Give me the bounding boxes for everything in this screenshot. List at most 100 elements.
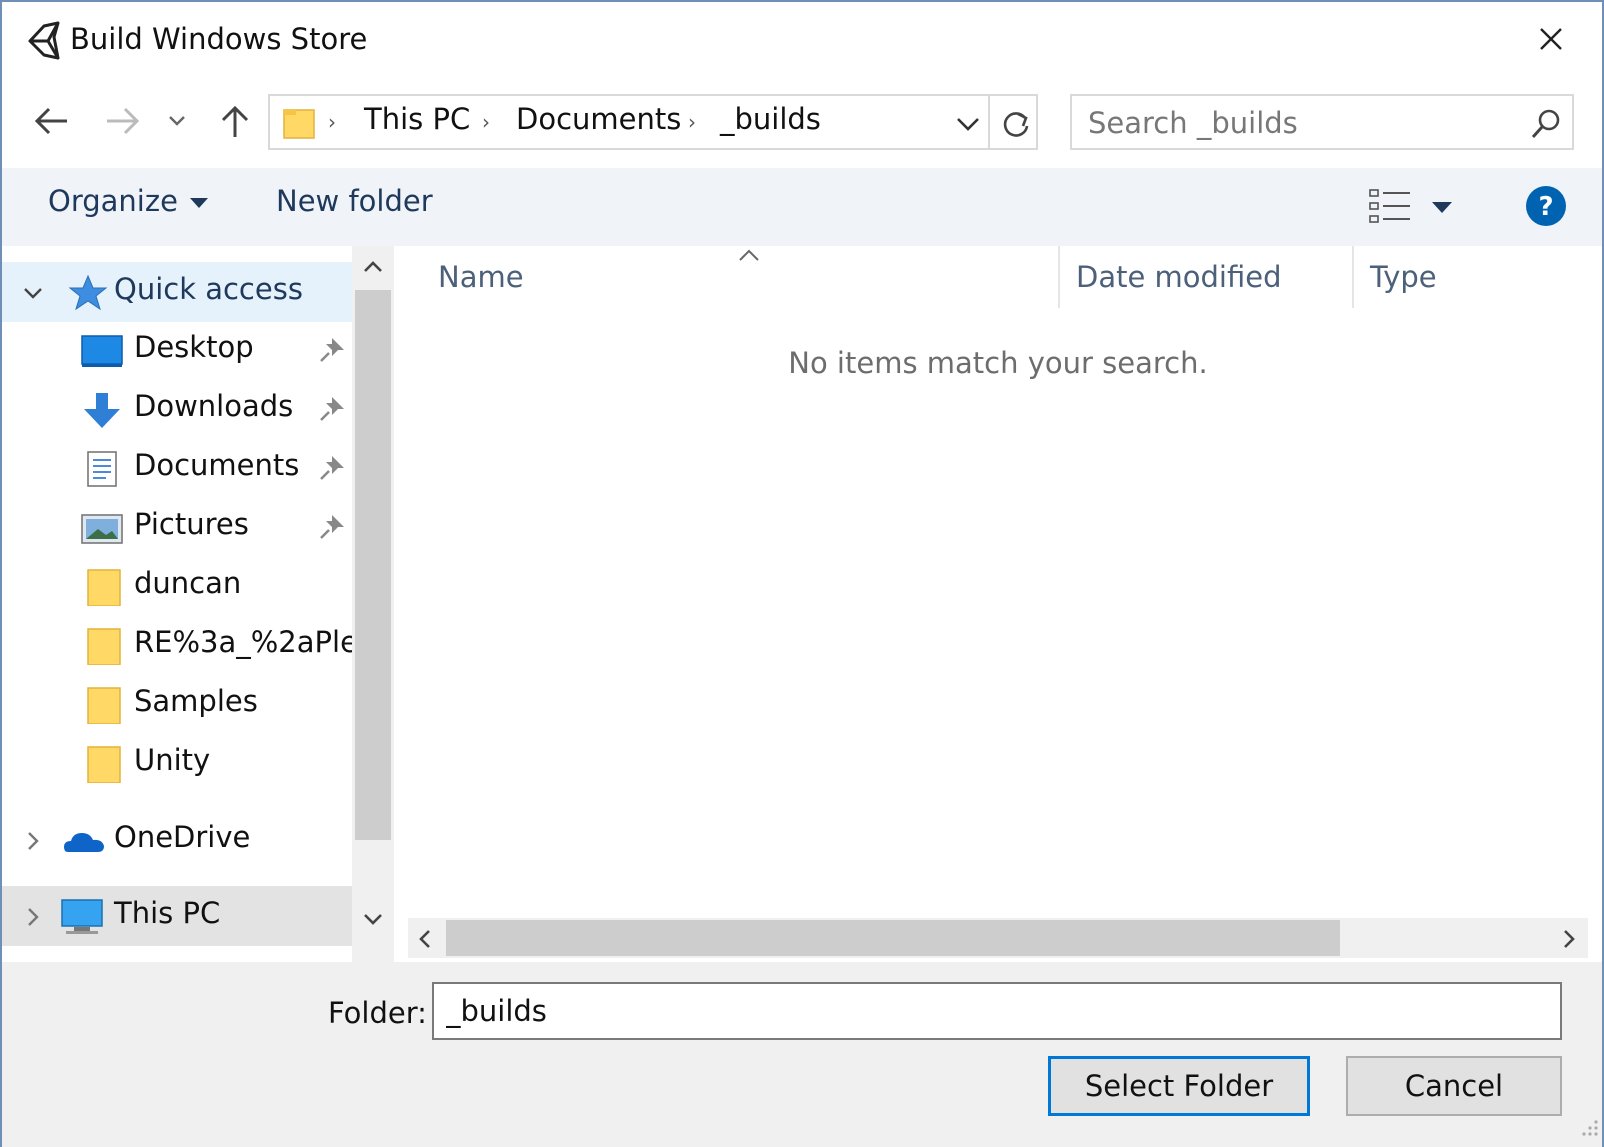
scroll-thumb[interactable]: [355, 290, 391, 840]
search-input[interactable]: [1088, 104, 1508, 142]
pin-icon[interactable]: [318, 395, 346, 423]
scroll-thumb[interactable]: [446, 920, 1340, 956]
address-bar[interactable]: › This PC › Documents › _builds: [268, 94, 1038, 150]
search-icon[interactable]: [1528, 106, 1564, 142]
nav-label: Samples: [134, 684, 258, 718]
nav-label: RE%3a_%2aPlea:: [134, 625, 386, 659]
nav-label: Desktop: [134, 330, 254, 364]
nav-label-this-pc: This PC: [114, 896, 221, 930]
column-header-type[interactable]: Type: [1370, 260, 1437, 294]
pin-icon[interactable]: [318, 513, 346, 541]
window-title: Build Windows Store: [70, 22, 368, 56]
breadcrumb-separator[interactable]: ›: [688, 110, 696, 134]
dialog-footer: Folder: Select Folder Cancel: [2, 962, 1602, 1147]
folder-icon: [87, 628, 121, 665]
up-button[interactable]: [210, 96, 260, 146]
title-bar: Build Windows Store: [2, 2, 1602, 82]
search-box[interactable]: [1070, 94, 1574, 150]
forward-button[interactable]: [98, 96, 148, 146]
breadcrumb-separator[interactable]: ›: [482, 110, 490, 134]
unity-logo-icon: [28, 21, 60, 60]
organize-button[interactable]: Organize: [48, 184, 208, 218]
navigation-row: › This PC › Documents › _builds: [2, 82, 1602, 168]
nav-item-downloads[interactable]: Downloads: [2, 379, 352, 439]
folder-icon: [87, 746, 121, 783]
breadcrumb-builds[interactable]: _builds: [720, 102, 821, 136]
close-icon[interactable]: [1528, 16, 1574, 62]
scroll-right-icon[interactable]: [1554, 924, 1584, 954]
sort-ascending-icon: [739, 249, 759, 261]
nav-label-quick-access: Quick access: [114, 272, 303, 306]
column-divider[interactable]: [1352, 246, 1354, 308]
help-icon[interactable]: ?: [1524, 184, 1568, 228]
chevron-right-icon[interactable]: [20, 904, 46, 930]
breadcrumb-separator: ›: [328, 110, 336, 134]
folder-name-field[interactable]: [432, 982, 1562, 1040]
build-windows-store-dialog: Build Windows Store › This PC › Document…: [0, 0, 1604, 1147]
view-options-caret-icon[interactable]: [1432, 202, 1452, 213]
nav-label: Pictures: [134, 507, 249, 541]
desktop-icon: [81, 335, 123, 367]
details-view-icon[interactable]: [1368, 186, 1412, 226]
nav-pane-scrollbar[interactable]: [352, 246, 394, 962]
address-dropdown-icon[interactable]: [950, 108, 986, 140]
computer-icon: [61, 899, 103, 934]
refresh-icon[interactable]: [996, 104, 1036, 144]
nav-item-documents[interactable]: Documents: [2, 438, 352, 498]
breadcrumb-documents[interactable]: Documents: [516, 102, 681, 136]
new-folder-button[interactable]: New folder: [276, 184, 433, 218]
nav-label: Downloads: [134, 389, 294, 423]
folder-icon: [87, 569, 121, 606]
empty-message: No items match your search.: [788, 346, 1208, 380]
folder-icon: [283, 109, 315, 139]
organize-label: Organize: [48, 184, 178, 218]
scroll-down-icon[interactable]: [358, 904, 388, 934]
scroll-left-icon[interactable]: [410, 924, 440, 954]
arrow-up-icon: [221, 105, 249, 137]
nav-item-duncan[interactable]: duncan: [2, 556, 352, 616]
nav-item-onedrive[interactable]: OneDrive: [2, 810, 352, 870]
recent-locations-button[interactable]: [160, 96, 194, 146]
nav-item-samples[interactable]: Samples: [2, 674, 352, 734]
nav-item-re-folder[interactable]: RE%3a_%2aPlea:: [2, 615, 385, 675]
column-header-date-modified[interactable]: Date modified: [1076, 260, 1282, 294]
select-folder-button[interactable]: Select Folder: [1048, 1056, 1310, 1116]
nav-item-unity[interactable]: Unity: [2, 733, 352, 793]
nav-label: Unity: [134, 743, 211, 777]
arrow-right-icon: [107, 107, 140, 135]
cancel-button[interactable]: Cancel: [1346, 1056, 1562, 1116]
file-list-horizontal-scrollbar[interactable]: [408, 918, 1588, 958]
column-header-name[interactable]: Name: [438, 260, 524, 294]
nav-item-this-pc[interactable]: This PC: [2, 886, 352, 946]
nav-item-pictures[interactable]: Pictures: [2, 497, 352, 557]
nav-label: Documents: [134, 448, 300, 482]
pictures-icon: [81, 514, 123, 544]
folder-icon: [87, 687, 121, 724]
documents-icon: [87, 451, 117, 487]
nav-item-quick-access[interactable]: Quick access: [2, 262, 352, 322]
address-divider: [988, 96, 990, 148]
nav-label: duncan: [134, 566, 242, 600]
breadcrumb-this-pc[interactable]: This PC: [364, 102, 470, 136]
svg-text:?: ?: [1538, 192, 1553, 222]
nav-item-desktop[interactable]: Desktop: [2, 320, 352, 380]
resize-grip-icon[interactable]: [1576, 1118, 1600, 1142]
back-button[interactable]: [26, 96, 76, 146]
onedrive-icon: [64, 833, 104, 852]
arrow-left-icon: [34, 107, 67, 135]
star-icon: [68, 274, 108, 311]
column-divider[interactable]: [1058, 246, 1060, 308]
scroll-up-icon[interactable]: [358, 252, 388, 282]
pin-icon[interactable]: [318, 336, 346, 364]
pin-icon[interactable]: [318, 454, 346, 482]
folder-label: Folder:: [328, 996, 427, 1030]
chevron-down-icon: [169, 116, 185, 126]
command-toolbar: Organize New folder ?: [2, 168, 1602, 246]
caret-down-icon: [189, 198, 208, 208]
chevron-down-icon[interactable]: [20, 280, 46, 306]
downloads-icon: [84, 393, 120, 428]
file-list: Name Date modified Type No items match y…: [394, 246, 1602, 962]
nav-label-onedrive: OneDrive: [114, 820, 251, 854]
navigation-pane: Quick access Desktop Downloads Documents…: [2, 246, 394, 962]
chevron-right-icon[interactable]: [20, 828, 46, 854]
